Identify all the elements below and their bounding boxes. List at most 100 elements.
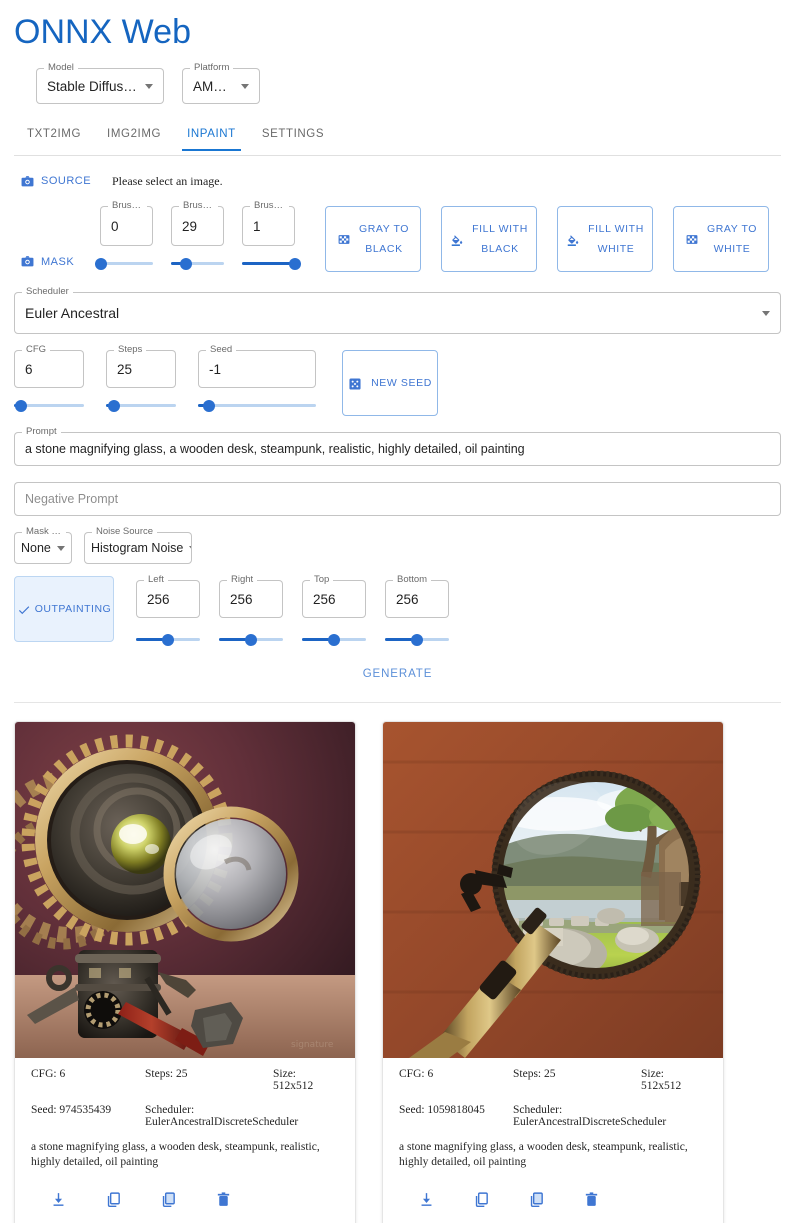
steps-control: Steps 25 <box>106 344 176 416</box>
cfg-slider[interactable] <box>14 394 84 416</box>
generate-row: GENERATE <box>14 662 781 698</box>
delete-icon[interactable] <box>196 1184 251 1214</box>
prompt-label: Prompt <box>22 426 61 437</box>
outpaint-bottom-value[interactable]: 256 <box>396 592 419 607</box>
fill-with-black-button[interactable]: FILL WITH BLACK <box>441 206 537 272</box>
model-select-label: Model <box>44 62 78 73</box>
copy-to-source-icon[interactable] <box>454 1184 509 1214</box>
casino-dice-icon <box>348 377 363 390</box>
format-color-fill-icon <box>450 233 465 246</box>
outpaint-bottom-control: Bottom 256 <box>385 574 449 650</box>
brush-size-slider[interactable] <box>171 252 224 274</box>
fill-with-white-line2: WHITE <box>597 243 635 255</box>
result-image-steampunk-lens[interactable]: signature <box>15 722 355 1058</box>
tab-settings[interactable]: SETTINGS <box>249 126 337 150</box>
result-prompt: a stone magnifying glass, a wooden desk,… <box>31 1141 320 1168</box>
gray-to-white-button[interactable]: GRAY TO WHITE <box>673 206 769 272</box>
results-grid: signature CFG: 6 Steps: 25 Size: 512x512… <box>0 703 795 1223</box>
tab-inpaint[interactable]: INPAINT <box>174 126 249 151</box>
platform-select[interactable]: Platform AMD GPU <box>182 62 260 104</box>
fill-with-black-line1: FILL WITH <box>472 223 528 235</box>
seed-value[interactable]: -1 <box>209 362 221 377</box>
negative-prompt-field-wrap: Negative Prompt <box>14 482 781 516</box>
brush-color-slider[interactable] <box>95 252 153 274</box>
main-tabs: TXT2IMG IMG2IMG INPAINT SETTINGS <box>14 126 781 156</box>
download-icon[interactable] <box>31 1184 86 1214</box>
copy-to-source-icon[interactable] <box>86 1184 141 1214</box>
photo-camera-icon <box>20 255 35 268</box>
brush-strength-value[interactable]: 1 <box>253 219 261 234</box>
generate-button[interactable]: GENERATE <box>349 662 447 686</box>
brush-color-label: Brush C... <box>108 200 147 211</box>
result-seed: Seed: 1059818045 <box>399 1104 485 1116</box>
prompt-input[interactable]: Prompt a stone magnifying glass, a woode… <box>14 426 781 466</box>
noise-source-select[interactable]: Noise Source Histogram Noise <box>84 526 192 564</box>
result-image-magnifying-glass[interactable] <box>383 722 723 1058</box>
model-platform-selects: Model Stable Diffusion v1.5 Platform AMD… <box>0 60 795 104</box>
source-upload-button[interactable]: SOURCE <box>14 172 100 191</box>
mask-filter-select[interactable]: Mask Filter None <box>14 526 72 564</box>
chevron-down-icon <box>189 545 191 551</box>
new-seed-label: NEW SEED <box>371 377 432 389</box>
brush-size-label: Brush ... <box>179 200 218 211</box>
outpainting-dimensions: Left 256 Right 256 Top 256 Bottom 256 <box>136 574 449 650</box>
download-icon[interactable] <box>399 1184 454 1214</box>
photo-camera-icon <box>20 175 35 188</box>
scheduler-label: Scheduler <box>22 286 73 297</box>
gray-to-black-line2: BLACK <box>365 243 403 255</box>
brush-strength-control: Brush Str... 1 <box>242 200 301 274</box>
source-button-label: SOURCE <box>41 175 92 187</box>
prompt-field-wrap: Prompt a stone magnifying glass, a woode… <box>14 426 781 466</box>
steps-value[interactable]: 25 <box>117 362 132 377</box>
svg-text:signature: signature <box>291 1040 334 1050</box>
outpaint-right-value[interactable]: 256 <box>230 592 253 607</box>
model-select[interactable]: Model Stable Diffusion v1.5 <box>36 62 164 104</box>
mask-row: MASK Brush C... 0 <box>14 200 781 274</box>
copy-to-mask-icon[interactable] <box>141 1184 196 1214</box>
outpaint-right-slider[interactable] <box>219 628 283 650</box>
gray-to-black-button[interactable]: GRAY TO BLACK <box>325 206 421 272</box>
outpaint-top-label: Top <box>310 574 334 585</box>
outpaint-bottom-slider[interactable] <box>385 628 449 650</box>
outpaint-left-control: Left 256 <box>136 574 200 650</box>
tab-txt2img[interactable]: TXT2IMG <box>14 126 94 150</box>
outpainting-toggle[interactable]: OUTPAINTING <box>14 576 114 642</box>
outpaint-right-control: Right 256 <box>219 574 283 650</box>
mask-upload-button[interactable]: MASK <box>14 252 100 271</box>
scheduler-value: Euler Ancestral <box>25 305 120 321</box>
chevron-down-icon <box>145 83 153 89</box>
gray-to-black-line1: GRAY TO <box>358 223 410 235</box>
scheduler-field-wrap: Scheduler Euler Ancestral <box>14 286 781 334</box>
result-actions <box>399 1180 707 1222</box>
generation-params-row: CFG 6 Steps 25 Seed -1 NEW SEED <box>14 344 781 416</box>
outpaint-left-value[interactable]: 256 <box>147 592 170 607</box>
result-prompt: a stone magnifying glass, a wooden desk,… <box>399 1141 688 1168</box>
negative-prompt-placeholder: Negative Prompt <box>25 492 119 506</box>
outpaint-left-slider[interactable] <box>136 628 200 650</box>
copy-to-mask-icon[interactable] <box>509 1184 564 1214</box>
delete-icon[interactable] <box>564 1184 619 1214</box>
brush-size-control: Brush ... 29 <box>171 200 224 274</box>
result-cfg: CFG: 6 <box>31 1068 66 1080</box>
mask-button-label: MASK <box>41 255 75 268</box>
result-steps: Steps: 25 <box>513 1068 556 1080</box>
steps-slider[interactable] <box>106 394 176 416</box>
outpaint-top-value[interactable]: 256 <box>313 592 336 607</box>
scheduler-select[interactable]: Scheduler Euler Ancestral <box>14 286 781 334</box>
fill-with-white-button[interactable]: FILL WITH WHITE <box>557 206 653 272</box>
outpaint-top-slider[interactable] <box>302 628 366 650</box>
seed-slider[interactable] <box>198 394 316 416</box>
mask-action-buttons: GRAY TO BLACK FILL WITH BLACK FILL WITH WHI… <box>325 206 769 272</box>
brush-color-value[interactable]: 0 <box>111 219 119 234</box>
gray-to-white-line2: WHITE <box>713 243 751 255</box>
result-size: Size: 512x512 <box>273 1068 314 1092</box>
negative-prompt-input[interactable]: Negative Prompt <box>14 482 781 516</box>
brush-size-value[interactable]: 29 <box>182 219 197 234</box>
brush-strength-slider[interactable] <box>242 252 301 274</box>
new-seed-button[interactable]: NEW SEED <box>342 350 438 416</box>
mask-filter-value: None <box>21 541 51 555</box>
result-scheduler: Scheduler: EulerAncestralDiscreteSchedul… <box>513 1104 667 1128</box>
noise-source-label: Noise Source <box>92 526 158 537</box>
tab-img2img[interactable]: IMG2IMG <box>94 126 174 150</box>
cfg-value[interactable]: 6 <box>25 362 33 377</box>
